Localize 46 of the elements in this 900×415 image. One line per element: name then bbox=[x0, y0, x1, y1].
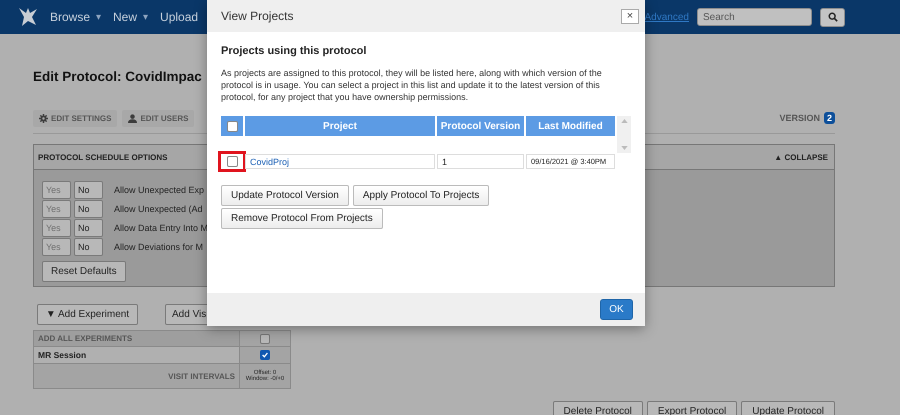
column-header: Last Modified bbox=[526, 116, 615, 136]
caret-icon[interactable]: ▾ bbox=[96, 11, 102, 23]
no-toggle[interactable]: No bbox=[74, 200, 103, 218]
dialog-button[interactable]: Remove Protocol From Projects bbox=[221, 208, 383, 229]
search-button[interactable] bbox=[820, 8, 845, 26]
no-toggle[interactable]: No bbox=[74, 218, 103, 236]
no-toggle[interactable]: No bbox=[74, 238, 103, 256]
option-label: Allow Unexpected (Ad bbox=[114, 204, 203, 214]
collapse-button[interactable]: ▲ COLLAPSE bbox=[774, 152, 828, 162]
no-toggle[interactable]: No bbox=[74, 180, 103, 198]
person-icon bbox=[128, 114, 138, 122]
column-header: Project bbox=[245, 116, 435, 136]
column-header: Protocol Version bbox=[437, 116, 524, 136]
option-label: Allow Unexpected Exp bbox=[114, 184, 204, 194]
dialog-button[interactable]: Apply Protocol To Projects bbox=[352, 185, 490, 206]
version-label: VERSION bbox=[779, 113, 820, 123]
page-title: Edit Protocol: CovidImpac bbox=[33, 69, 202, 86]
version-badge: 2 bbox=[824, 112, 835, 124]
nav-menu[interactable]: Upload bbox=[160, 10, 198, 24]
logo-icon[interactable] bbox=[16, 5, 40, 29]
dialog-description: As projects are assigned to this protocol, they will be listed here, along with which version of the protocol is in usage. You can select a project in this list and update it to the latest version of this protocol, for any project that you have ownership permissions. bbox=[221, 67, 603, 103]
row-checkbox[interactable] bbox=[226, 156, 238, 167]
project-link[interactable]: CovidProj bbox=[250, 156, 290, 166]
close-button[interactable]: × bbox=[621, 8, 639, 24]
protocol-button[interactable]: Delete Protocol bbox=[552, 401, 643, 415]
ok-button[interactable]: OK bbox=[600, 299, 633, 320]
reset-defaults-button[interactable]: Reset Defaults bbox=[42, 261, 126, 282]
panel-title: PROTOCOL SCHEDULE OPTIONS bbox=[38, 152, 168, 162]
checkbox[interactable] bbox=[260, 334, 270, 344]
add-all-label: ADD ALL EXPERIMENTS bbox=[34, 331, 239, 346]
dialog-title: View Projects bbox=[221, 9, 294, 23]
checkbox[interactable] bbox=[260, 350, 270, 360]
dialog-button[interactable]: Update Protocol Version bbox=[221, 185, 349, 206]
select-all-checkbox[interactable] bbox=[226, 120, 238, 132]
table-cell: 1 bbox=[437, 154, 524, 169]
gear-icon bbox=[39, 114, 48, 122]
option-label: Allow Deviations for M bbox=[114, 242, 204, 252]
search-icon bbox=[828, 12, 838, 22]
add-experiment-button[interactable]: ▼ Add Experiment bbox=[37, 304, 138, 325]
visit-intervals-label: VISIT INTERVALS bbox=[34, 364, 239, 388]
nav-menu[interactable]: Browse bbox=[50, 10, 90, 24]
nav-menu[interactable]: New bbox=[113, 10, 138, 24]
dialog-heading: Projects using this protocol bbox=[221, 45, 368, 57]
experiment-name: MR Session bbox=[34, 347, 239, 363]
caret-icon[interactable]: ▾ bbox=[143, 11, 148, 23]
search-field[interactable]: Search bbox=[697, 8, 812, 26]
